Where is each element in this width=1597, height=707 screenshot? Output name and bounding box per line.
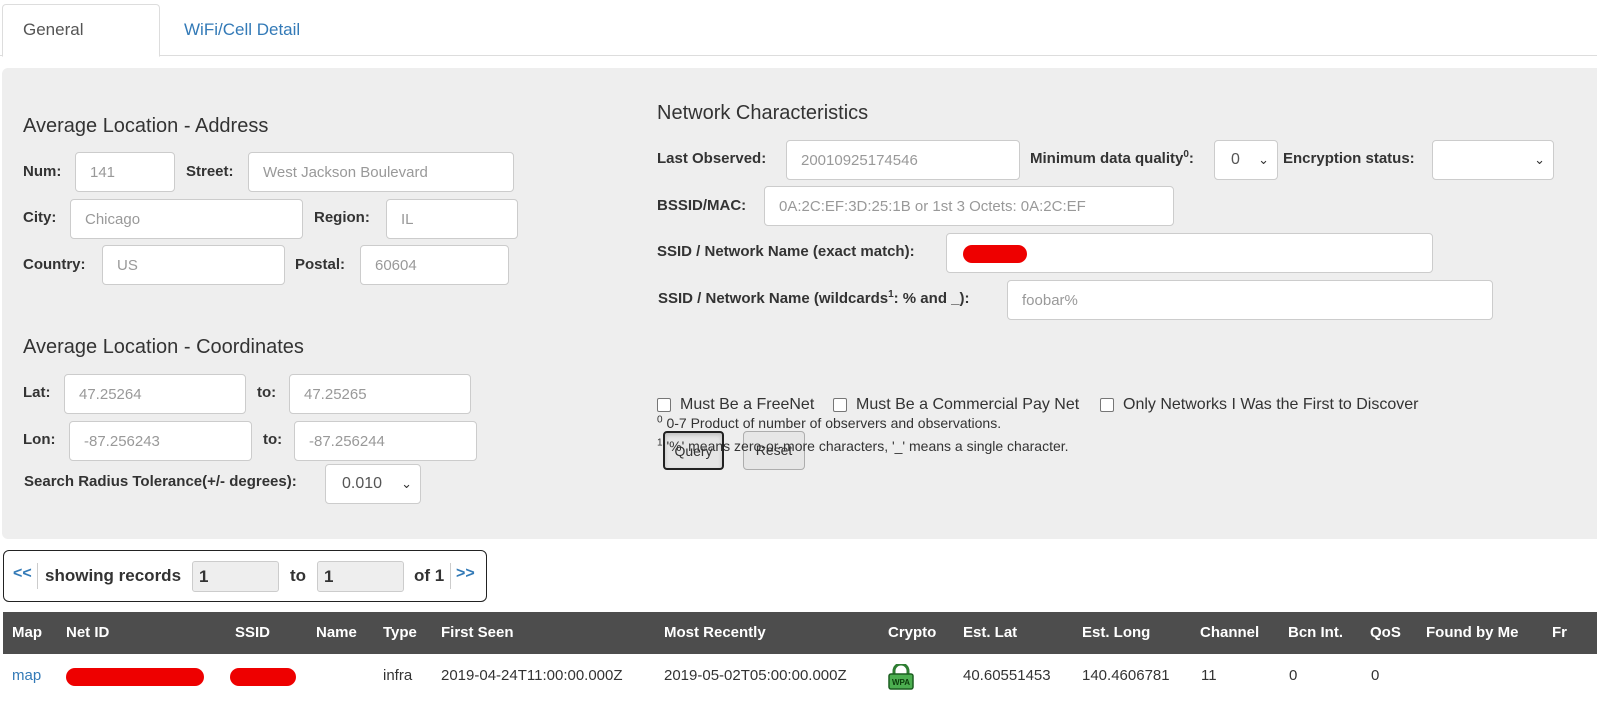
next-page-link[interactable]: >>: [456, 565, 475, 583]
search-panel: Average Location - Address Num: Street: …: [2, 68, 1597, 539]
chevron-down-icon: ⌄: [1534, 152, 1545, 167]
coords-heading: Average Location - Coordinates: [23, 336, 304, 358]
lon-from-input[interactable]: [69, 421, 252, 461]
chevron-down-icon: ⌄: [401, 476, 412, 491]
from-record-input[interactable]: 1: [192, 561, 279, 592]
encryption-label: Encryption status:: [1283, 150, 1415, 167]
lat-to-label: to:: [257, 384, 277, 401]
prev-page-link[interactable]: <<: [13, 565, 32, 583]
pager: << showing records 1 to 1 of 1 >>: [3, 550, 487, 602]
bssid-label: BSSID/MAC:: [657, 197, 747, 214]
address-heading: Average Location - Address: [23, 115, 269, 137]
col-qos[interactable]: QoS: [1370, 624, 1401, 641]
col-most-recently[interactable]: Most Recently: [664, 624, 766, 641]
radius-select[interactable]: 0.010 ⌄: [325, 464, 421, 504]
col-est-lat[interactable]: Est. Lat: [963, 624, 1017, 641]
cell-est-long: 140.4606781: [1082, 667, 1170, 684]
cell-most-recently: 2019-05-02T05:00:00.000Z: [664, 667, 847, 684]
col-crypto[interactable]: Crypto: [888, 624, 936, 641]
showing-records-label: showing records: [45, 566, 182, 585]
lat-from-input[interactable]: [64, 374, 246, 414]
pager-divider: [450, 563, 451, 589]
cell-type: infra: [383, 667, 413, 684]
results-table-header: Map Net ID SSID Name Type First Seen Mos…: [3, 612, 1597, 654]
cell-bcn-int: 0: [1289, 667, 1298, 684]
checkbox-box[interactable]: [657, 398, 671, 412]
col-est-long[interactable]: Est. Long: [1082, 624, 1150, 641]
checkbox-box[interactable]: [833, 398, 847, 412]
tab-bar: General Search WiFi/Cell Detail: [0, 0, 1597, 89]
col-fr[interactable]: Fr: [1552, 624, 1567, 641]
col-first-seen[interactable]: First Seen: [441, 624, 514, 641]
min-quality-select[interactable]: 0 ⌄: [1214, 140, 1278, 180]
ssid-wild-input[interactable]: [1007, 280, 1493, 320]
pager-divider: [37, 563, 38, 589]
col-bcn-int[interactable]: Bcn Int.: [1288, 624, 1343, 641]
col-name[interactable]: Name: [316, 624, 357, 641]
ssid-wild-label: SSID / Network Name (wildcards1: % and _…: [658, 289, 970, 308]
bssid-input[interactable]: [764, 186, 1174, 226]
region-label: Region:: [314, 209, 370, 226]
map-link[interactable]: map: [12, 667, 41, 684]
col-ssid[interactable]: SSID: [235, 624, 270, 641]
lon-label: Lon:: [23, 431, 56, 448]
city-input[interactable]: [70, 199, 303, 239]
country-input[interactable]: [102, 245, 285, 285]
footnote-0: 0 0-7 Product of number of observers and…: [657, 414, 1002, 431]
cell-channel: 11: [1201, 667, 1217, 684]
col-type[interactable]: Type: [383, 624, 417, 641]
cell-qos: 0: [1371, 667, 1380, 684]
lon-to-label: to:: [263, 431, 283, 448]
ssid-exact-input[interactable]: [946, 233, 1433, 273]
checkbox-box[interactable]: [1100, 398, 1114, 412]
svg-text:WPA: WPA: [892, 678, 910, 687]
min-quality-value: 0: [1231, 151, 1240, 168]
cell-est-lat: 40.60551453: [963, 667, 1051, 684]
last-observed-label: Last Observed:: [657, 150, 767, 167]
min-quality-label: Minimum data quality0:: [1030, 149, 1194, 168]
chevron-down-icon: ⌄: [1258, 152, 1269, 167]
tab-wifi-cell-detail[interactable]: WiFi/Cell Detail: [163, 4, 321, 57]
postal-input[interactable]: [360, 245, 509, 285]
street-input[interactable]: [248, 152, 514, 192]
city-label: City:: [23, 209, 57, 226]
region-input[interactable]: [386, 199, 518, 239]
redaction-mark: [963, 245, 1027, 263]
num-label: Num:: [23, 163, 62, 180]
cell-first-seen: 2019-04-24T11:00:00.000Z: [441, 667, 623, 684]
encryption-select[interactable]: ⌄: [1432, 140, 1554, 180]
net-id-redacted: [66, 668, 204, 686]
lon-to-input[interactable]: [294, 421, 477, 461]
of-total-label: of 1: [414, 566, 445, 585]
col-channel[interactable]: Channel: [1200, 624, 1259, 641]
num-input[interactable]: [75, 152, 175, 192]
wpa-lock-icon: WPA: [887, 662, 915, 695]
tab-general-search[interactable]: General Search: [2, 4, 160, 89]
first-discover-checkbox[interactable]: Only Networks I Was the First to Discove…: [1100, 396, 1418, 414]
to-record-input[interactable]: 1: [317, 561, 404, 592]
country-label: Country:: [23, 256, 86, 273]
footnote-1: 1 '%' means zero-or-more characters, '_'…: [657, 437, 1069, 454]
radius-value: 0.010: [342, 475, 383, 492]
network-heading: Network Characteristics: [657, 102, 869, 124]
radius-label: Search Radius Tolerance(+/- degrees):: [24, 473, 297, 490]
to-label: to: [290, 566, 307, 585]
freenet-checkbox[interactable]: Must Be a FreeNet: [657, 396, 814, 414]
ssid-redacted: [230, 668, 296, 686]
postal-label: Postal:: [295, 256, 346, 273]
lat-to-input[interactable]: [289, 374, 471, 414]
street-label: Street:: [186, 163, 234, 180]
col-found-by-me[interactable]: Found by Me: [1426, 624, 1519, 641]
col-map[interactable]: Map: [12, 624, 42, 641]
last-observed-input[interactable]: [786, 140, 1020, 180]
commercial-paynet-checkbox[interactable]: Must Be a Commercial Pay Net: [833, 396, 1079, 414]
lat-label: Lat:: [23, 384, 51, 401]
col-net-id[interactable]: Net ID: [66, 624, 109, 641]
ssid-exact-label: SSID / Network Name (exact match):: [657, 243, 915, 260]
table-row: map infra 2019-04-24T11:00:00.000Z 2019-…: [3, 654, 1597, 698]
